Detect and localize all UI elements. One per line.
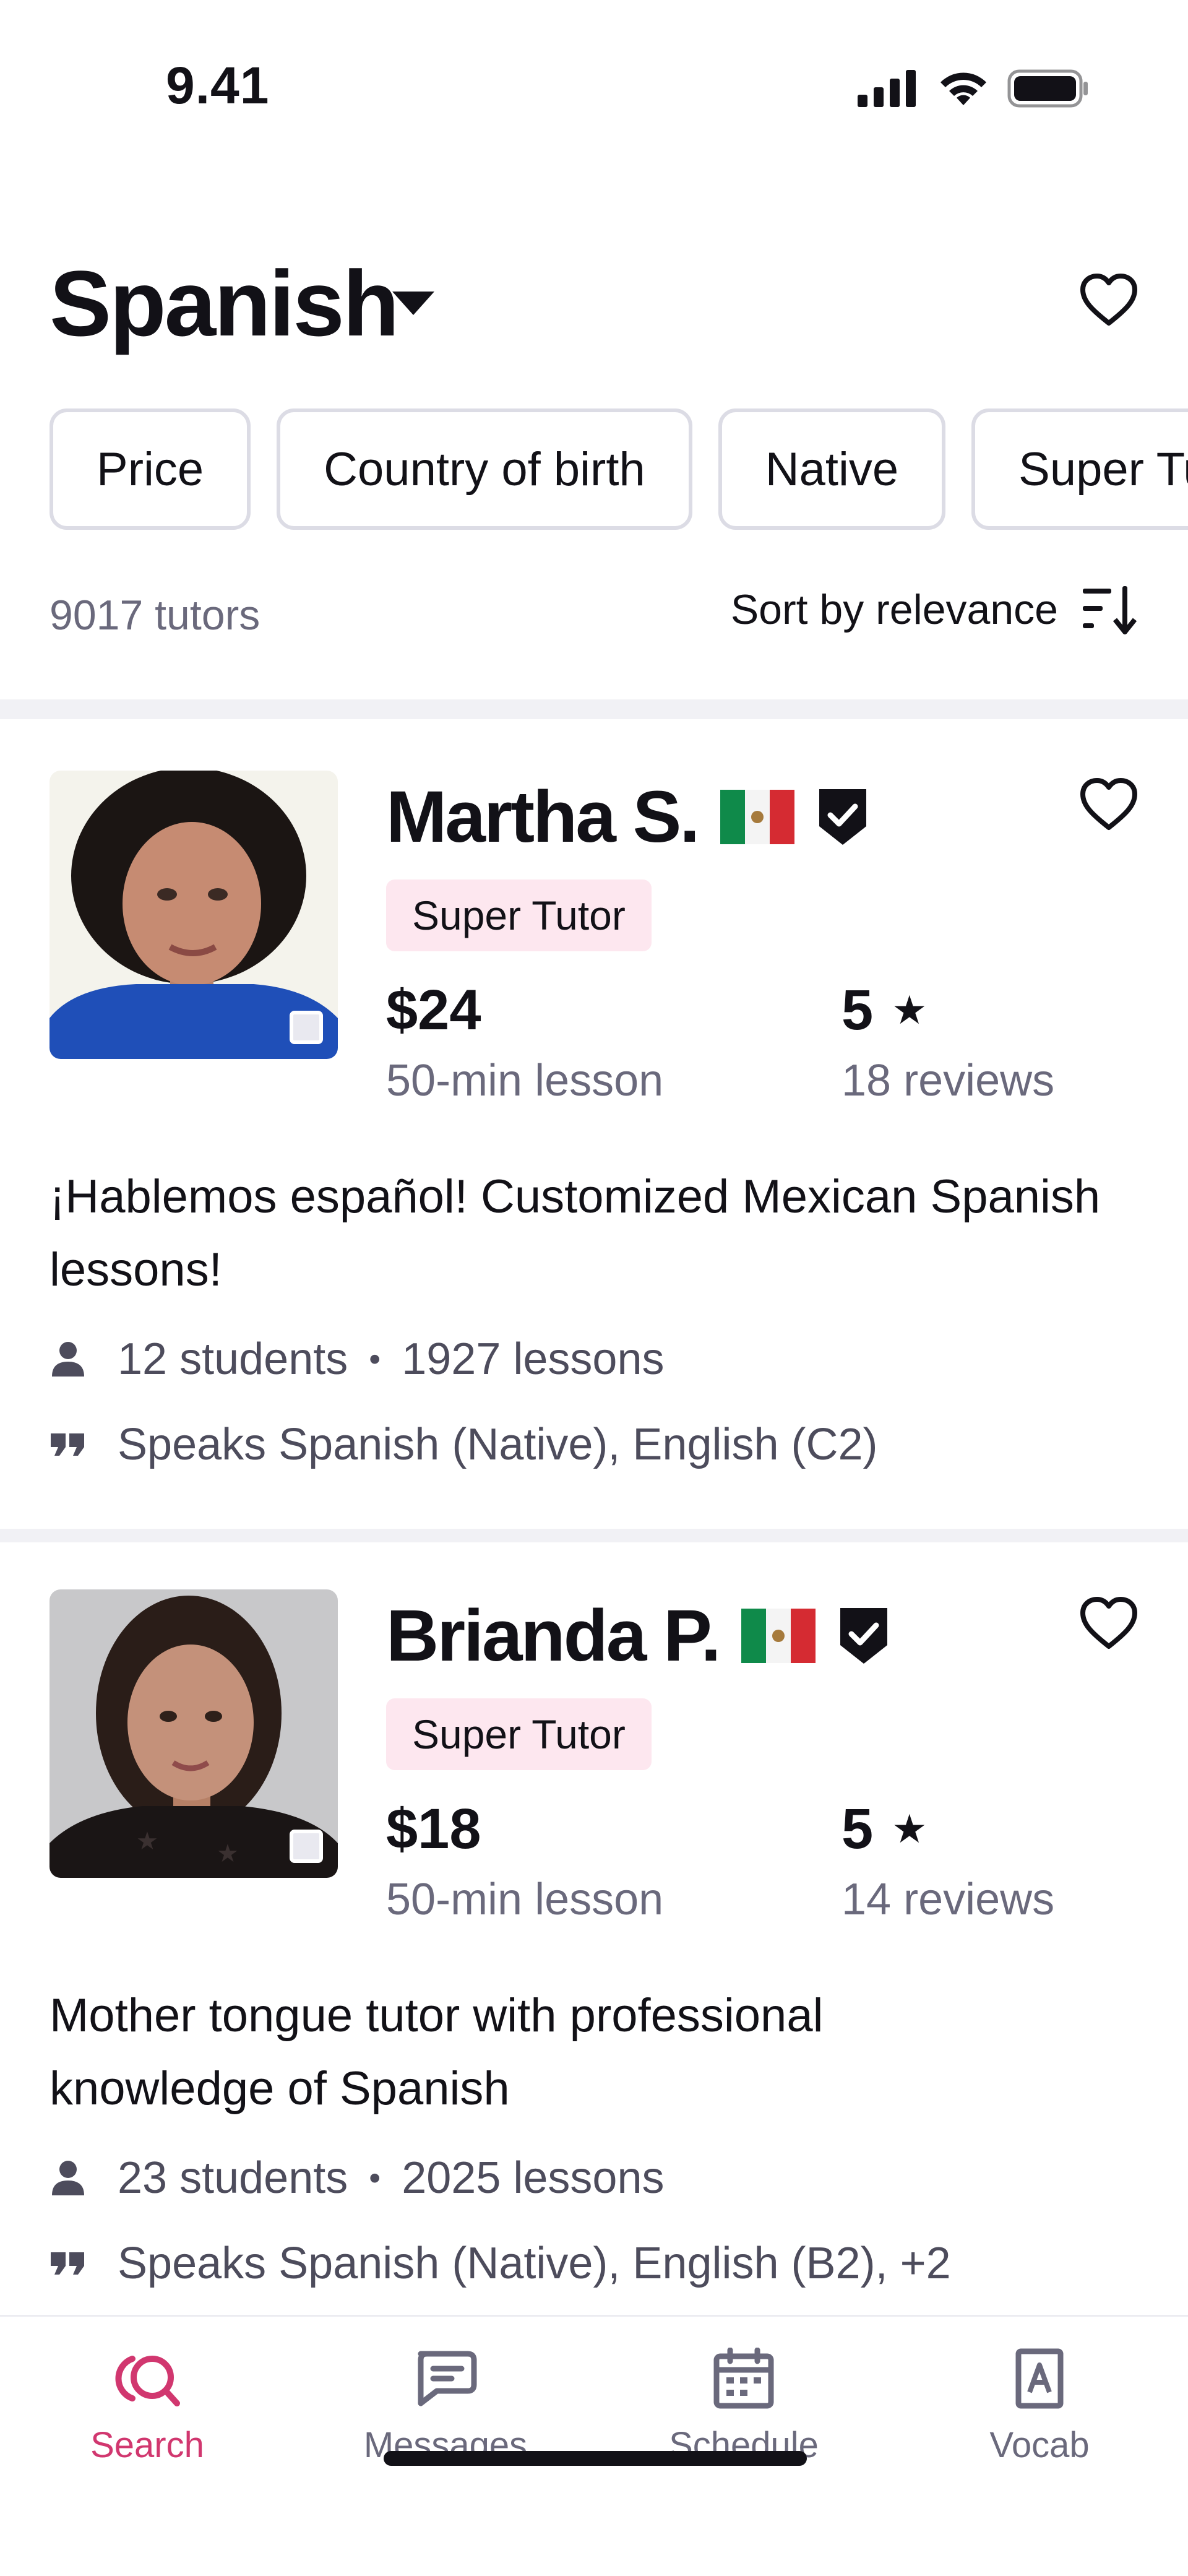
quote-icon	[50, 2245, 87, 2282]
online-status-indicator	[290, 1830, 323, 1863]
signal-icon	[858, 70, 916, 107]
languages-spoken: Speaks Spanish (Native), English (B2), +…	[118, 2239, 951, 2288]
separator-dot: •	[369, 1341, 381, 1378]
filter-chips: Price Country of birth Native Super Tuto…	[50, 408, 1188, 530]
tutor-card[interactable]: Martha S. Super Tutor $24 50-min lesson …	[0, 771, 1188, 1575]
battery-icon	[1007, 69, 1088, 108]
status-bar: 9.41	[0, 0, 1188, 179]
favorite-heart-icon[interactable]	[1079, 777, 1138, 832]
tutor-name[interactable]: Brianda P.	[386, 1594, 721, 1678]
tutor-count: 9017 tutors	[50, 592, 260, 639]
tab-search[interactable]: Search	[24, 2348, 271, 2496]
student-count: 23 students	[118, 2153, 348, 2203]
students-lessons-row: 23 students • 2025 lessons	[50, 2153, 665, 2203]
person-icon	[50, 1341, 87, 1378]
review-count: 14 reviews	[842, 1875, 1055, 1924]
students-lessons-row: 12 students • 1927 lessons	[50, 1334, 665, 1385]
filter-native[interactable]: Native	[718, 408, 946, 530]
tab-label: Search	[90, 2425, 204, 2465]
tab-vocab[interactable]: Vocab	[916, 2348, 1163, 2496]
svg-text:★: ★	[217, 1839, 239, 1868]
tab-label: Vocab	[989, 2425, 1090, 2465]
star-icon: ★	[892, 1807, 928, 1851]
tutor-name-row: Brianda P.	[386, 1594, 890, 1678]
tutor-headline: Mother tongue tutor with professional kn…	[50, 1989, 824, 2115]
favorite-heart-icon[interactable]	[1079, 1596, 1138, 1651]
filter-super-tutor[interactable]: Super Tutor	[971, 408, 1188, 530]
super-tutor-badge: Super Tutor	[386, 1698, 652, 1770]
lesson-price: $18	[386, 1797, 481, 1861]
mexico-flag-icon	[720, 790, 795, 844]
verified-icon	[840, 1608, 888, 1664]
tutor-headline: ¡Hablemos español! Customized Mexican Sp…	[50, 1170, 1101, 1296]
rating: 5 ★	[842, 1797, 928, 1862]
rating: 5 ★	[842, 978, 928, 1043]
status-time: 9.41	[166, 56, 270, 115]
tutor-name-row: Martha S.	[386, 775, 869, 859]
rating-value: 5	[842, 1797, 874, 1861]
student-count: 12 students	[118, 1334, 348, 1384]
tutor-name[interactable]: Martha S.	[386, 775, 700, 859]
super-tutor-badge: Super Tutor	[386, 880, 652, 951]
sort-label: Sort by relevance	[730, 586, 1058, 633]
section-divider	[0, 699, 1188, 719]
languages-row: Speaks Spanish (Native), English (B2), +…	[50, 2238, 951, 2289]
tutor-card[interactable]: ★ ★ Brianda P. Super Tutor $18 50-min le…	[0, 1589, 1188, 2394]
svg-text:★: ★	[136, 1827, 158, 1856]
section-divider	[0, 1529, 1188, 1542]
lesson-count: 1927 lessons	[402, 1334, 665, 1384]
tutor-avatar[interactable]	[50, 771, 338, 1059]
rating-value: 5	[842, 979, 874, 1042]
language-title[interactable]: Spanish	[50, 248, 399, 359]
sort-icon	[1083, 586, 1137, 634]
online-status-indicator	[290, 1011, 323, 1044]
results-bar: 9017 tutors Sort by relevance	[50, 585, 1138, 647]
lesson-duration: 50-min lesson	[386, 1875, 664, 1924]
calendar-icon	[713, 2348, 774, 2409]
sort-button[interactable]: Sort by relevance	[731, 585, 1138, 634]
lesson-duration: 50-min lesson	[386, 1056, 664, 1105]
search-icon	[115, 2356, 180, 2406]
person-icon	[50, 2159, 87, 2197]
vocab-icon	[1015, 2348, 1064, 2409]
messages-icon	[418, 2351, 477, 2406]
mexico-flag-icon	[741, 1609, 816, 1663]
verified-icon	[819, 789, 867, 845]
header: Spanish	[50, 248, 1138, 359]
lesson-price: $24	[386, 979, 481, 1042]
heart-icon[interactable]	[1079, 272, 1138, 328]
languages-spoken: Speaks Spanish (Native), English (C2)	[118, 1420, 878, 1469]
separator-dot: •	[369, 2159, 381, 2197]
languages-row: Speaks Spanish (Native), English (C2)	[50, 1419, 878, 1470]
filter-price[interactable]: Price	[50, 408, 251, 530]
tutor-avatar[interactable]: ★ ★	[50, 1589, 338, 1878]
caret-down-icon[interactable]	[390, 288, 437, 319]
quote-icon	[50, 1426, 87, 1463]
star-icon: ★	[892, 988, 928, 1032]
tab-schedule[interactable]: Schedule	[620, 2348, 867, 2496]
bottom-tab-bar: Search Messages Schedule Vocab	[0, 2315, 1188, 2576]
lesson-count: 2025 lessons	[402, 2153, 665, 2203]
tab-messages[interactable]: Messages	[322, 2348, 569, 2496]
wifi-icon	[940, 72, 986, 105]
filter-country-of-birth[interactable]: Country of birth	[277, 408, 692, 530]
status-icons	[858, 67, 1089, 110]
review-count: 18 reviews	[842, 1056, 1055, 1105]
home-indicator[interactable]	[384, 2451, 807, 2466]
